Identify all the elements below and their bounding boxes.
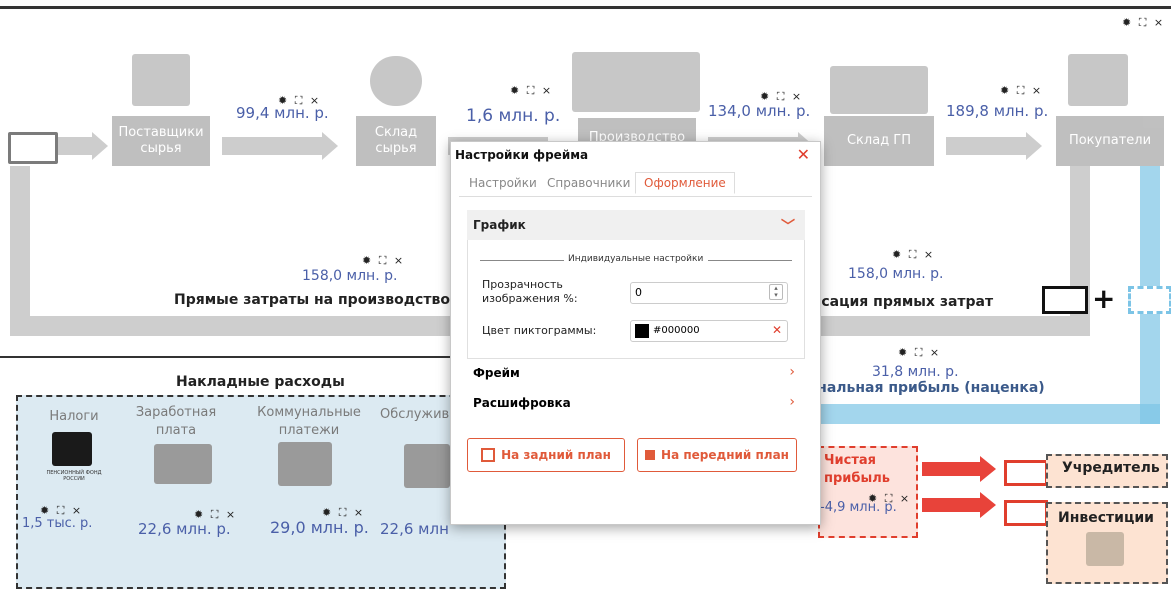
- opacity-label: Прозрачность изображения %:: [482, 278, 578, 305]
- utilities-value: 29,0 млн. р.: [270, 518, 369, 537]
- frame-settings-dialog: Настройки фрейма ✕ Настройки Справочники…: [450, 141, 821, 525]
- frame-section[interactable]: Фрейм ›: [467, 364, 805, 384]
- plus-icon: +: [1092, 282, 1116, 315]
- flow-arrow-1-tip: [92, 132, 108, 160]
- arrow-to-invest-tip: [980, 492, 996, 518]
- flow-arrow-5-tip: [1026, 132, 1042, 160]
- chart-section-header[interactable]: График ﹀: [467, 210, 805, 240]
- net-profit-value: -4,9 млн. р.: [820, 500, 897, 515]
- money-icon-red-1: [1004, 460, 1048, 486]
- value-finished: 189,8 млн. р.: [946, 102, 1049, 120]
- bring-to-front-label: На передний план: [661, 448, 789, 462]
- invest-label: Инвестиции: [1058, 510, 1154, 526]
- icon-color-value: #000000: [653, 325, 700, 336]
- comp-controls[interactable]: ✹ ⛶ ×: [892, 248, 935, 262]
- top-border: [0, 6, 1171, 9]
- tab-settings[interactable]: Настройки: [469, 176, 537, 190]
- tab-references[interactable]: Справочники: [547, 176, 630, 190]
- salary-value: 22,6 млн. р.: [138, 520, 231, 538]
- flow-arrow-1: [58, 137, 92, 155]
- overhead-maintenance: Обслуживание оборудования: [380, 407, 450, 422]
- invest-icon: [1086, 532, 1124, 566]
- overhead-title: Накладные расходы: [176, 374, 345, 390]
- decode-section[interactable]: Расшифровка ›: [467, 394, 805, 414]
- overhead-utilities: Коммунальные платежи: [257, 405, 361, 438]
- individual-divider-left: [480, 260, 564, 261]
- dialog-tabs: Настройки Справочники Оформление: [459, 172, 812, 197]
- pension-fund-text: ПЕНСИОННЫЙ ФОНД РОССИИ: [46, 470, 102, 482]
- color-swatch-icon: [635, 324, 649, 338]
- frame-section-title: Фрейм: [473, 366, 520, 380]
- send-to-back-button[interactable]: На задний план: [467, 438, 625, 472]
- dialog-title: Настройки фрейма: [455, 148, 589, 162]
- opacity-input[interactable]: 0 ▴ ▾: [630, 282, 788, 304]
- flow-arrow-2: [222, 137, 322, 155]
- individual-divider-right: [708, 260, 792, 261]
- direct-cost-value: 158,0 млн. р.: [302, 268, 398, 284]
- taxes-value: 1,5 тыс. р.: [22, 516, 93, 531]
- raw-store-node[interactable]: Склад сырья: [356, 116, 436, 166]
- close-icon[interactable]: ✕: [797, 145, 810, 164]
- margin-value: 31,8 млн. р.: [872, 364, 959, 380]
- arrow-to-founder-tip: [980, 456, 996, 482]
- arrow-to-invest: [922, 498, 982, 512]
- stepper-icon[interactable]: ▴ ▾: [769, 284, 783, 300]
- decode-section-title: Расшифровка: [473, 396, 571, 410]
- window-controls[interactable]: ✹ ⛶ ×: [1122, 16, 1165, 30]
- finished-store-node[interactable]: Склад ГП: [824, 116, 934, 166]
- utilities-icon: [278, 442, 332, 486]
- value-raw-store: 1,6 млн. р.: [466, 106, 561, 126]
- direct-controls[interactable]: ✹ ⛶ ×: [362, 254, 405, 268]
- bring-to-front-button[interactable]: На передний план: [637, 438, 797, 472]
- arrow-to-founder: [922, 462, 982, 476]
- value-controls-4[interactable]: ✹ ⛶ ×: [1000, 84, 1043, 98]
- money-icon-black: [1042, 286, 1088, 314]
- buyers-node[interactable]: Покупатели: [1056, 116, 1164, 166]
- money-icon-red-2: [1004, 500, 1048, 526]
- opacity-value: 0: [635, 286, 642, 299]
- comp-value: 158,0 млн. р.: [848, 266, 944, 282]
- value-production: 134,0 млн. р.: [708, 102, 811, 120]
- overhead-taxes: Налоги: [49, 409, 99, 424]
- icon-color-label: Цвет пиктограммы:: [482, 324, 597, 337]
- chart-section-title: График: [473, 218, 526, 232]
- bring-to-front-icon: [645, 450, 656, 460]
- money-icon-blue: [1128, 286, 1171, 314]
- chart-section: График ﹀ Индивидуальные настройки Прозра…: [467, 210, 805, 359]
- icon-color-input[interactable]: #000000 ✕: [630, 320, 788, 342]
- tab-appearance[interactable]: Оформление: [635, 172, 735, 194]
- worker-icon: [404, 444, 450, 488]
- overhead-salary: Заработная плата: [135, 405, 217, 438]
- supplier-node[interactable]: Поставщики сырья: [112, 116, 210, 166]
- individual-settings-heading: Индивидуальные настройки: [568, 254, 704, 264]
- flow-arrow-5: [946, 137, 1026, 155]
- net-profit-label: Чистая прибыль: [824, 453, 890, 486]
- machine-icon: [572, 52, 700, 112]
- founder-label: Учредитель: [1062, 460, 1160, 476]
- send-to-back-icon: [481, 448, 496, 462]
- factory-icon: [132, 54, 190, 106]
- flow-arrow-2-tip: [322, 132, 338, 160]
- chart-section-body: Индивидуальные настройки Прозрачность из…: [467, 240, 805, 359]
- steel-coil-icon: [370, 56, 422, 106]
- farmer-icon: [1068, 54, 1128, 106]
- chevron-right-icon[interactable]: ›: [789, 364, 795, 380]
- value-controls-2[interactable]: ✹ ⛶ ×: [510, 84, 553, 98]
- money-icon: [8, 132, 58, 164]
- truck-icon: [830, 66, 928, 114]
- margin-controls[interactable]: ✹ ⛶ ×: [898, 346, 941, 360]
- chevron-right-icon[interactable]: ›: [789, 394, 795, 410]
- value-raw-supply: 99,4 млн. р.: [236, 104, 329, 122]
- clear-color-icon[interactable]: ✕: [772, 323, 782, 337]
- people-icon: [154, 444, 212, 484]
- chevron-down-icon[interactable]: ﹀: [781, 216, 795, 236]
- maintenance-value: 22,6 млн. р.: [380, 520, 448, 538]
- margin-blue-horizontal: [818, 404, 1160, 424]
- pension-fund-logo-icon: [52, 432, 92, 466]
- loop-left-vertical: [10, 166, 30, 334]
- direct-cost-label: Прямые затраты на производство: [174, 292, 450, 308]
- send-to-back-label: На задний план: [501, 448, 611, 462]
